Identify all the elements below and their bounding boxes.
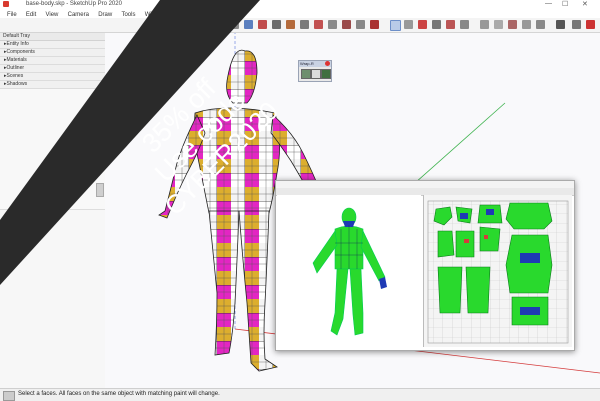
offset-tool-icon[interactable] (370, 20, 379, 29)
wrapr-palette-title: Wrap-R (299, 61, 331, 67)
wrapr-unwrap-icon[interactable] (301, 69, 311, 79)
maximize-button[interactable]: ☐ (562, 0, 568, 8)
style-wireframe-icon[interactable] (494, 20, 503, 29)
uv-preview-canvas (312, 207, 387, 336)
ruby-icon[interactable] (586, 20, 595, 29)
default-tray: Default Tray Entity Info Components Mate… (0, 33, 106, 388)
scale-tool-icon[interactable] (356, 20, 365, 29)
tray-panel-components[interactable]: Components (0, 49, 105, 57)
extension-icon[interactable] (572, 20, 581, 29)
tray-panel-scenes[interactable]: Scenes (0, 73, 105, 81)
sketchup-logo-icon (3, 1, 9, 7)
shadows-settings (0, 89, 105, 210)
eraser-tool-icon[interactable] (244, 20, 253, 29)
select-tool-icon[interactable] (230, 20, 239, 29)
uv-editor-window (275, 180, 575, 351)
uv-3d-preview[interactable] (277, 195, 421, 347)
arc-tool-icon[interactable] (286, 20, 295, 29)
zoom-tool-icon[interactable] (418, 20, 427, 29)
warehouse-icon[interactable] (460, 20, 469, 29)
tray-panel-entity-info[interactable]: Entity Info (0, 41, 105, 49)
body-right-leg (238, 210, 279, 372)
wrapr-close-icon[interactable] (325, 61, 330, 66)
close-button[interactable]: ✕ (582, 0, 588, 8)
wrapr-palette-title-text: Wrap-R (300, 61, 314, 66)
tray-panel-shadows[interactable]: Shadows (0, 81, 105, 89)
body-left-leg (208, 210, 240, 356)
section-plane-icon[interactable] (446, 20, 455, 29)
uv-layout-canvas (427, 200, 569, 344)
uv-layout-panel[interactable] (423, 195, 572, 347)
push-pull-icon[interactable] (314, 20, 323, 29)
body-left-arm (158, 114, 206, 219)
wrapr-export-icon[interactable] (311, 69, 321, 79)
line-tool-icon[interactable] (272, 20, 281, 29)
tray-scrollbar[interactable] (96, 183, 104, 197)
tray-title: Default Tray (0, 33, 105, 41)
body-head (226, 49, 258, 104)
move-tool-icon[interactable] (328, 20, 337, 29)
tray-panel-materials[interactable]: Materials (0, 57, 105, 65)
style-textured-icon[interactable] (536, 20, 545, 29)
zoom-extents-icon[interactable] (432, 20, 441, 29)
rotate-tool-icon[interactable] (342, 20, 351, 29)
menu-bar: File Edit View Camera Draw Tools Window (0, 9, 600, 18)
style-shaded-icon[interactable] (522, 20, 531, 29)
wrapr-import-icon[interactable] (321, 69, 331, 79)
wrapr-palette: Wrap-R (298, 60, 332, 82)
shape-tool-icon[interactable] (300, 20, 309, 29)
orbit-tool-icon[interactable] (390, 20, 401, 31)
body-torso (194, 107, 280, 214)
style-xray-icon[interactable] (480, 20, 489, 29)
scenes-icon[interactable] (556, 20, 565, 29)
window-title: base-body.skp - SketchUp Pro 2020 (26, 1, 122, 7)
uv-editor-titlebar (276, 181, 574, 188)
paint-bucket-icon[interactable] (258, 20, 267, 29)
pan-tool-icon[interactable] (404, 20, 413, 29)
main-toolbar (0, 18, 600, 33)
status-message: Select a faces. All faces on the same ob… (18, 391, 220, 397)
minimize-button[interactable]: — (545, 0, 552, 7)
tray-panel-outliner[interactable]: Outliner (0, 65, 105, 73)
style-hidden-icon[interactable] (508, 20, 517, 29)
status-bar: Select a faces. All faces on the same ob… (0, 388, 600, 401)
